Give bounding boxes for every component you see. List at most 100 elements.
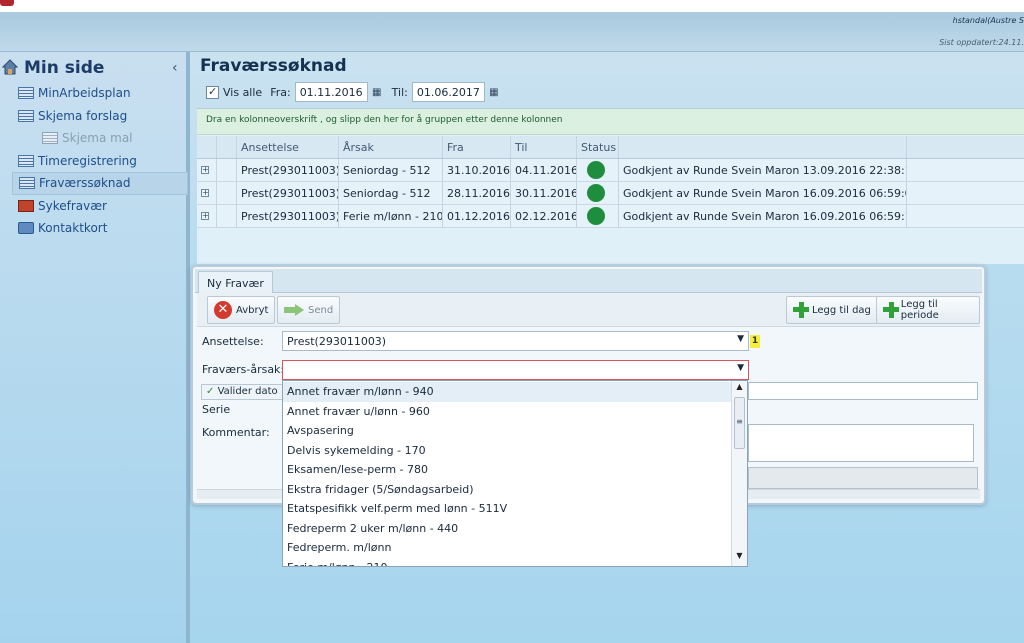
from-date-field[interactable]: 01.11.2016 — [294, 82, 368, 102]
cell-comment: Godkjent av Runde Svein Maron 16.09.2016… — [619, 205, 907, 227]
sidebar-item-minarbeidsplan[interactable]: MinArbeidsplan — [12, 82, 188, 105]
logged-in-user[interactable]: hstandal(Austre S — [953, 16, 1024, 25]
table-icon — [19, 177, 35, 190]
sidebar-item-timeregistrering[interactable]: Timeregistrering — [12, 150, 188, 173]
add-period-button[interactable]: Legg til periode — [876, 296, 980, 324]
to-label: Til: — [391, 85, 408, 99]
app-logo-icon — [0, 0, 14, 6]
expand-row-icon[interactable]: + — [201, 189, 209, 197]
dialog-action-bar[interactable] — [748, 467, 978, 489]
scroll-thumb[interactable]: ≡ — [734, 397, 745, 449]
cell-til: 30.11.2016 — [511, 182, 577, 204]
sidebar-item-fravaerssoknad[interactable]: Fraværssøknad — [12, 172, 188, 195]
grid-header: Ansettelse Årsak Fra Til Status — [197, 136, 1024, 159]
status-indicator-icon — [587, 207, 605, 225]
dropdown-scrollbar[interactable]: ▲ ≡ ▼ — [731, 381, 747, 566]
expander-column-header — [197, 136, 217, 158]
dropdown-option[interactable]: Avspasering — [283, 421, 731, 441]
table-row[interactable]: + Prest(293011003) Seniordag - 512 31.10.20… — [197, 159, 1024, 182]
check-icon: ✓ — [206, 386, 215, 397]
contact-card-icon — [18, 222, 34, 235]
arsak-label: Fraværs-årsak: — [202, 363, 285, 376]
sidebar-title: Min side — [24, 58, 105, 78]
table-row[interactable]: + Prest(293011003) Ferie m/lønn - 210 01.12… — [197, 205, 1024, 228]
status-cell — [577, 159, 619, 181]
cell-til: 04.11.2016 — [511, 159, 577, 181]
column-header-arsak[interactable]: Årsak — [339, 136, 443, 158]
sidebar-item-kontaktkort[interactable]: Kontaktkort — [12, 217, 188, 240]
status-indicator-icon — [587, 184, 605, 202]
to-date-value: 01.06.2017 — [416, 85, 480, 99]
dropdown-option[interactable]: Fedreperm 2 uker m/lønn - 440 — [283, 519, 731, 539]
send-button-label: Send — [308, 304, 334, 316]
dropdown-option[interactable]: Ekstra fridager (5/Søndagsarbeid) — [283, 480, 731, 500]
send-arrow-icon — [284, 304, 304, 316]
to-date-field[interactable]: 01.06.2017 — [411, 82, 485, 102]
table-row[interactable]: + Prest(293011003) Seniordag - 512 28.11.20… — [197, 182, 1024, 205]
dropdown-option[interactable]: Eksamen/lese-perm - 780 — [283, 460, 731, 480]
dropdown-option[interactable]: Delvis sykemelding - 170 — [283, 441, 731, 461]
date-input-field[interactable] — [748, 382, 978, 400]
collapse-sidebar-icon[interactable]: ‹ — [172, 60, 178, 76]
expand-row-icon[interactable]: + — [201, 212, 209, 220]
column-header-ansettelse[interactable]: Ansettelse — [237, 136, 339, 158]
sidebar-item-label: Skjema mal — [62, 131, 133, 146]
dialog-tabbar: Ny Fravær — [195, 269, 982, 293]
sidebar-item-label: MinArbeidsplan — [38, 86, 131, 101]
sidebar-nav: MinArbeidsplan Skjema forslag Skjema mal… — [12, 82, 188, 240]
from-label: Fra: — [270, 85, 291, 99]
arsak-dropdown-list: Annet fravær m/lønn - 940 Annet fravær u/… — [282, 380, 748, 567]
sidebar-item-label: Timeregistrering — [38, 153, 137, 168]
from-calendar-icon[interactable]: ▦ — [370, 83, 384, 101]
timesheet-icon — [18, 154, 34, 167]
expander-cell: + — [197, 182, 217, 204]
absence-grid: Dra en kolonneoverskrift , og slipp den … — [197, 108, 1024, 264]
add-day-button[interactable]: Legg til dag — [786, 296, 878, 324]
cell-fra: 28.11.2016 — [443, 182, 511, 204]
calendar-icon — [18, 199, 34, 212]
send-button[interactable]: Send — [277, 296, 341, 324]
sidebar-item-label: Skjema forslag — [38, 108, 128, 123]
kommentar-label: Kommentar: — [202, 426, 270, 439]
dropdown-option[interactable]: Fedreperm. m/lønn — [283, 538, 731, 558]
sidebar-item-skjema-mal[interactable]: Skjema mal — [12, 127, 188, 150]
show-all-checkbox[interactable] — [206, 85, 219, 99]
cell-fra: 01.12.2016 — [443, 205, 511, 227]
home-icon — [2, 59, 18, 75]
dropdown-option[interactable]: Ferie m/lønn - 210 — [283, 558, 731, 567]
scroll-up-icon[interactable]: ▲ — [732, 382, 747, 396]
status-cell — [577, 182, 619, 204]
expand-row-icon[interactable]: + — [201, 166, 209, 174]
to-calendar-icon[interactable]: ▦ — [487, 83, 501, 101]
sidebar: Min side ‹ MinArbeidsplan Skjema forslag… — [0, 52, 190, 643]
cancel-button[interactable]: ✕ Avbryt — [207, 296, 276, 324]
sidebar-item-label: Kontaktkort — [38, 221, 108, 236]
dropdown-option[interactable]: Annet fravær u/lønn - 960 — [283, 402, 731, 422]
sidebar-item-label: Sykefravær — [38, 198, 107, 213]
expander-cell: + — [197, 159, 217, 181]
comment-textarea[interactable] — [748, 424, 974, 462]
scroll-down-icon[interactable]: ▼ — [732, 551, 747, 565]
column-header-til[interactable]: Til — [511, 136, 577, 158]
sidebar-item-sykefravaer[interactable]: Sykefravær — [12, 195, 188, 218]
table-icon — [18, 87, 34, 100]
serie-label: Serie — [202, 403, 231, 416]
sidebar-item-skjema-forslag[interactable]: Skjema forslag — [12, 105, 188, 128]
dropdown-option[interactable]: Etatspesifikk velf.perm med lønn - 511V — [283, 499, 731, 519]
validate-date-button[interactable]: ✓ Valider dato — [201, 384, 283, 400]
dropdown-option[interactable]: Annet fravær m/lønn - 940 — [283, 382, 731, 402]
column-header-status[interactable]: Status — [577, 136, 619, 158]
plus-icon — [793, 302, 809, 318]
ansettelse-select[interactable]: Prest(293011003) ▼ — [282, 331, 749, 351]
column-header-fra[interactable]: Fra — [443, 136, 511, 158]
filter-bar: Vis alle Fra: 01.11.2016 ▦ Til: 01.06.20… — [200, 80, 501, 104]
ansettelse-label: Ansettelse: — [202, 335, 264, 348]
tab-ny-fravaer[interactable]: Ny Fravær — [198, 271, 273, 293]
add-period-label: Legg til periode — [900, 299, 939, 321]
group-by-hint[interactable]: Dra en kolonneoverskrift , og slipp den … — [197, 109, 1024, 135]
table-icon — [18, 109, 34, 122]
arsak-select[interactable]: ▼ — [282, 360, 749, 380]
cell-ansettelse: Prest(293011003) — [237, 182, 339, 204]
app-header: hstandal(Austre S Sist oppdatert:24.11. — [0, 12, 1024, 52]
validate-date-label: Valider dato — [217, 386, 278, 397]
